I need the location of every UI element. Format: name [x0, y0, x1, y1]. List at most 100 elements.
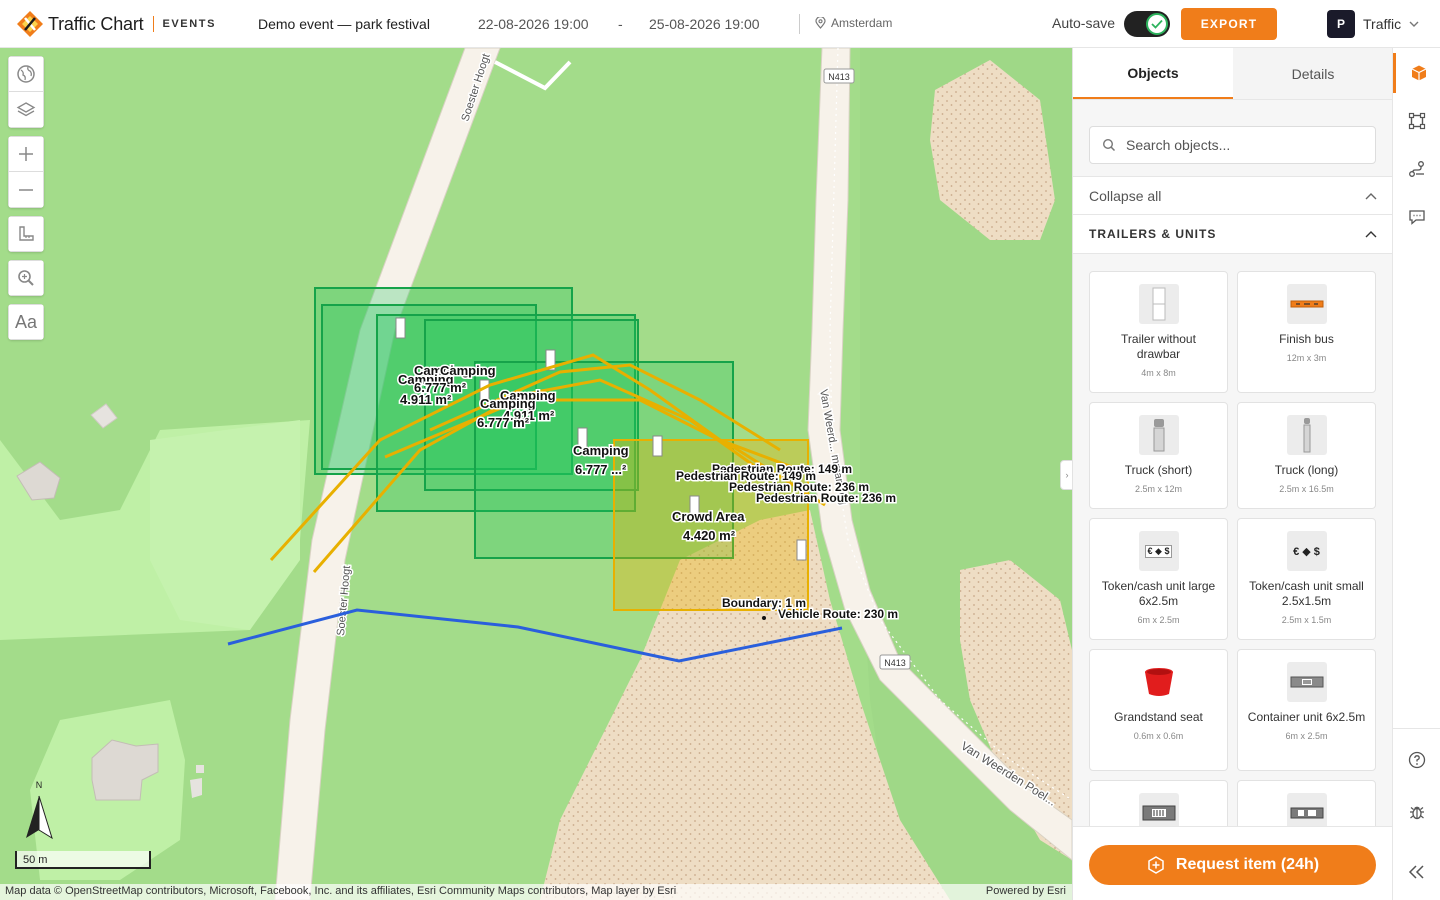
request-item-button[interactable]: Request item (24h) [1089, 845, 1376, 885]
location-label: Amsterdam [831, 16, 893, 30]
zoom-in-button[interactable] [8, 136, 44, 172]
panel-collapse-handle[interactable]: › [1060, 460, 1072, 490]
section-title: TRAILERS & UNITS [1089, 227, 1217, 241]
scale-bar: 50 m [15, 851, 151, 869]
object-card[interactable]: Truck (short) 2.5m x 12m [1089, 402, 1228, 509]
section-trailers-units[interactable]: TRAILERS & UNITS [1073, 214, 1393, 254]
date-start[interactable]: 22-08-2026 19:00 [478, 16, 589, 32]
app-section: EVENTS [162, 18, 217, 30]
powered-by[interactable]: Powered by Esri [986, 885, 1066, 897]
grandstand-seat-icon [1138, 662, 1179, 702]
app-name: Traffic Chart [48, 13, 144, 34]
zoom-to-search-button[interactable] [8, 260, 44, 296]
autosave-toggle[interactable] [1124, 11, 1170, 37]
app-logo[interactable]: Traffic Chart EVENTS [16, 10, 216, 38]
object-card[interactable]: Container unit 6x2.5m 6m x 2.5m [1237, 649, 1376, 771]
request-item-label: Request item (24h) [1175, 856, 1320, 873]
vehicle-route[interactable] [227, 608, 843, 663]
object-card[interactable]: Truck (long) 2.5m x 16.5m [1237, 402, 1376, 509]
search-input[interactable] [1126, 137, 1356, 153]
layers-icon [16, 101, 36, 116]
object-label: 6.777 ...² [575, 462, 627, 477]
location-pin-icon [815, 17, 826, 29]
finish-bus-icon [1286, 284, 1327, 324]
location[interactable]: Amsterdam [815, 16, 892, 30]
rail-help-button[interactable] [1393, 740, 1440, 780]
container-unit-2-icon [1138, 793, 1179, 826]
object-card[interactable]: Trailer without drawbar 4m x 8m [1089, 271, 1228, 393]
zoom-out-button[interactable] [8, 172, 44, 208]
collapse-all-label: Collapse all [1089, 187, 1162, 204]
route-icon [1409, 161, 1424, 177]
measure-button[interactable] [8, 216, 44, 252]
chevron-up-icon [1365, 231, 1377, 238]
map-toolbar: Aa [8, 56, 44, 348]
object-card[interactable]: Grandstand seat 0.6m x 0.6m [1089, 649, 1228, 771]
text-icon: Aa [14, 311, 38, 332]
zoom-search-icon [18, 270, 34, 286]
trailer-marker[interactable] [395, 317, 406, 339]
object-card[interactable]: € ◆ $ Token/cash unit small 2.5x1.5m 2.5… [1237, 518, 1376, 640]
svg-text:N: N [36, 780, 43, 790]
autosave-label: Auto-save [1052, 15, 1116, 31]
search-box[interactable] [1089, 126, 1376, 164]
object-label: 4.911 m² [400, 392, 452, 407]
collapse-panel-icon [1408, 865, 1424, 879]
panel-footer: Request item (24h) [1073, 826, 1393, 900]
object-label: Crowd Area [672, 509, 745, 524]
event-title[interactable]: Demo event — park festival [258, 16, 430, 32]
object-card[interactable] [1237, 780, 1376, 826]
container-unit-3-icon [1286, 793, 1327, 826]
object-card[interactable]: € ◆ $ Token/cash unit large 6x2.5m 6m x … [1089, 518, 1228, 640]
collapse-all-row[interactable]: Collapse all [1073, 176, 1393, 214]
basemap-button[interactable] [8, 56, 44, 92]
tab-objects[interactable]: Objects [1073, 48, 1233, 99]
map-objects-layer[interactable]: Camping Camping Camping 6.777 m² 4.911 m… [0, 48, 1072, 900]
trailer-marker[interactable] [796, 539, 807, 561]
rail-collapse-button[interactable] [1393, 852, 1440, 892]
search-icon [1102, 138, 1116, 152]
chevron-down-icon [1409, 21, 1419, 27]
trailer-icon [1138, 284, 1179, 324]
object-card[interactable] [1089, 780, 1228, 826]
top-bar: Traffic Chart EVENTS Demo event — park f… [0, 0, 1440, 48]
object-card[interactable]: Finish bus 12m x 3m [1237, 271, 1376, 393]
check-icon [1151, 19, 1163, 29]
layers-button[interactable] [8, 92, 44, 128]
map-canvas[interactable]: Soester Hoogt Soester Hoogt Van Weerd...… [0, 48, 1072, 900]
rail-draw-area-button[interactable] [1393, 101, 1440, 141]
objects-icon [1411, 65, 1426, 81]
map-attribution: Map data © OpenStreetMap contributors, M… [0, 884, 1072, 900]
user-menu[interactable]: P Traffic [1327, 10, 1419, 38]
chevron-up-icon [1365, 192, 1377, 199]
plus-circle-icon [1148, 856, 1164, 874]
trailer-marker[interactable] [652, 435, 663, 457]
logo-icon [17, 11, 43, 37]
object-label: 4.420 m² [683, 528, 736, 543]
rail-route-button[interactable] [1393, 149, 1440, 189]
date-separator: - [618, 16, 623, 32]
globe-icon [17, 65, 35, 83]
text-tool-button[interactable]: Aa [8, 304, 44, 340]
zoom-out-icon [19, 188, 33, 191]
rail-objects-button[interactable] [1393, 53, 1440, 93]
objects-panel: Objects Details Collapse all TRAILERS & … [1072, 48, 1393, 900]
draw-area-icon [1408, 112, 1426, 130]
truck-long-icon [1286, 415, 1327, 455]
comment-icon [1409, 210, 1425, 225]
object-label: Pedestrian Route: 236 m [756, 491, 896, 505]
object-grid: Trailer without drawbar 4m x 8m Finish b… [1089, 271, 1377, 826]
truck-short-icon [1138, 415, 1179, 455]
date-end[interactable]: 25-08-2026 19:00 [649, 16, 760, 32]
north-arrow-icon: N [26, 780, 53, 840]
export-button[interactable]: EXPORT [1181, 8, 1277, 40]
avatar: P [1327, 10, 1355, 38]
object-label: Camping [573, 443, 629, 458]
object-label: 6.777 m² [477, 415, 530, 430]
rail-comment-button[interactable] [1393, 197, 1440, 237]
right-rail [1392, 48, 1440, 900]
tab-details[interactable]: Details [1233, 48, 1393, 99]
rail-bug-report-button[interactable] [1393, 792, 1440, 832]
scale-label: 50 m [23, 854, 48, 866]
panel-tabs: Objects Details [1073, 48, 1393, 100]
